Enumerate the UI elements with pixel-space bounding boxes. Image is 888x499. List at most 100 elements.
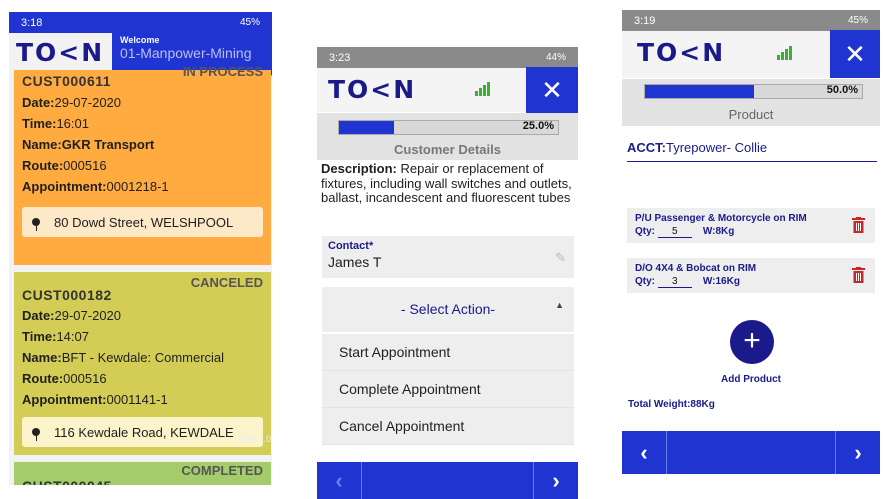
address-box[interactable]: 116 Kewdale Road, KEWDALE bbox=[22, 417, 263, 447]
address-text: 116 Kewdale Road, KEWDALE bbox=[54, 424, 234, 440]
plus-icon: + bbox=[743, 324, 761, 357]
welcome-label: Welcome bbox=[120, 35, 160, 45]
product-title: D/O 4X4 & Bobcat on RIM bbox=[635, 263, 757, 274]
status-bar: 3:19 45% bbox=[622, 10, 880, 31]
map-pin-icon bbox=[32, 428, 40, 441]
appointment-value: 0001141-1 bbox=[106, 392, 168, 407]
battery-level: 45% bbox=[847, 15, 868, 26]
name-label: Name: bbox=[22, 350, 62, 365]
status-bar: 3:23 44% bbox=[317, 47, 578, 68]
section-title: Customer Details bbox=[394, 142, 501, 157]
progress-fill bbox=[645, 85, 754, 98]
add-product-button[interactable]: + bbox=[730, 320, 774, 364]
progress-section: 25.0% Customer Details bbox=[317, 113, 578, 160]
app-logo: TO<N bbox=[328, 75, 417, 104]
address-text: 80 Dowd Street, WELSHPOOL bbox=[54, 214, 234, 230]
route-value: 000516 bbox=[63, 371, 107, 386]
name-label: Name: bbox=[22, 137, 62, 152]
next-button[interactable]: › bbox=[534, 468, 578, 494]
name-value: BFT - Kewdale: Commercial bbox=[61, 350, 225, 365]
qty-value[interactable]: 5 bbox=[657, 226, 692, 238]
date-value: 29-07-2020 bbox=[54, 95, 122, 110]
signal-strength-icon bbox=[475, 82, 490, 96]
trash-icon[interactable] bbox=[852, 217, 865, 233]
weight-value: W:8Kg bbox=[702, 226, 735, 237]
version-label: VER 1.0 bbox=[237, 434, 271, 444]
progress-bar: 25.0% bbox=[338, 120, 559, 135]
route-value: 000516 bbox=[63, 158, 107, 173]
battery-level: 44% bbox=[545, 52, 566, 63]
menu-item-complete-appointment[interactable]: Complete Appointment bbox=[322, 371, 574, 408]
status-badge: IN PROCESS bbox=[182, 64, 263, 79]
appointment-card-in-process[interactable]: IN PROCESS CUST000611 Date:29-07-2020 Ti… bbox=[14, 64, 271, 265]
menu-item-cancel-appointment[interactable]: Cancel Appointment bbox=[322, 408, 574, 445]
status-time: 3:18 bbox=[21, 16, 43, 29]
appointment-card-canceled[interactable]: CANCELED CUST000182 Date:29-07-2020 Time… bbox=[14, 265, 271, 455]
account-field: ACCT:Tyrepower- Collie bbox=[627, 140, 877, 162]
close-button[interactable]: ✕ bbox=[830, 30, 880, 78]
back-button[interactable]: ‹ bbox=[622, 440, 666, 466]
menu-item-start-appointment[interactable]: Start Appointment bbox=[322, 334, 574, 371]
status-badge: COMPLETED bbox=[181, 463, 263, 478]
battery-level: 45% bbox=[239, 17, 260, 28]
close-button[interactable]: ✕ bbox=[526, 67, 578, 113]
time-value: 14:07 bbox=[56, 329, 89, 344]
status-time: 3:23 bbox=[329, 51, 351, 64]
description-block: Description: Repair or replacement of fi… bbox=[321, 161, 573, 206]
description-label: Description: bbox=[321, 161, 397, 176]
weight-value: W:16Kg bbox=[702, 276, 740, 287]
customer-details-screen: 3:23 44% TO<N ✕ 25.0% Customer Details D… bbox=[317, 47, 578, 499]
close-icon: ✕ bbox=[541, 74, 563, 105]
signal-strength-icon bbox=[777, 46, 792, 60]
back-button[interactable]: ‹ bbox=[317, 468, 361, 494]
qty-label: Qty: bbox=[635, 276, 655, 287]
appointment-label: Appointment: bbox=[22, 179, 107, 194]
total-weight: Total Weight:88Kg bbox=[628, 399, 715, 410]
progress-fill bbox=[339, 121, 394, 134]
date-label: Date: bbox=[22, 95, 55, 110]
appointments-screen: 3:18 45% TO<N Welcome 01-Manpower-Mining… bbox=[9, 12, 272, 485]
section-title: Product bbox=[728, 107, 774, 122]
action-select[interactable]: - Select Action- ▲ bbox=[322, 287, 574, 332]
account-label: ACCT: bbox=[627, 140, 666, 155]
product-screen: 3:19 45% TO<N ✕ 50.0% Product ACCT:Tyrep… bbox=[622, 10, 880, 484]
app-logo: TO<N bbox=[637, 38, 726, 67]
app-logo: TO<N bbox=[16, 38, 105, 67]
product-item[interactable]: P/U Passenger & Motorcycle on RIM Qty: 5… bbox=[627, 208, 875, 243]
bottom-nav: ‹ › bbox=[622, 431, 880, 474]
qty-value[interactable]: 3 bbox=[657, 276, 692, 288]
date-label: Date: bbox=[22, 308, 55, 323]
trash-icon[interactable] bbox=[852, 267, 865, 283]
appointment-label: Appointment: bbox=[22, 392, 107, 407]
close-icon: ✕ bbox=[844, 38, 866, 69]
progress-percent: 50.0% bbox=[826, 84, 858, 96]
account-value: Tyrepower- Collie bbox=[666, 140, 768, 155]
contact-value: James T bbox=[328, 254, 382, 270]
chevron-up-icon: ▲ bbox=[555, 300, 564, 310]
time-label: Time: bbox=[22, 329, 57, 344]
add-product-label[interactable]: Add Product bbox=[622, 374, 880, 385]
map-pin-icon bbox=[32, 218, 40, 231]
route-label: Route: bbox=[22, 371, 64, 386]
pencil-icon[interactable]: ✎ bbox=[555, 250, 566, 266]
action-menu: Start Appointment Complete Appointment C… bbox=[322, 334, 574, 445]
status-badge: CANCELED bbox=[190, 275, 263, 290]
action-select-label: - Select Action- bbox=[400, 301, 496, 317]
progress-percent: 25.0% bbox=[522, 120, 554, 132]
status-time: 3:19 bbox=[634, 14, 656, 27]
appointment-value: 0001218-1 bbox=[106, 179, 169, 194]
next-button[interactable]: › bbox=[836, 440, 880, 466]
welcome-value: 01-Manpower-Mining bbox=[120, 45, 252, 61]
date-value: 29-07-2020 bbox=[54, 308, 122, 323]
time-label: Time: bbox=[22, 116, 57, 131]
contact-field[interactable]: Contact* James T ✎ bbox=[322, 236, 574, 278]
address-box[interactable]: 80 Dowd Street, WELSHPOOL bbox=[22, 207, 263, 237]
route-label: Route: bbox=[22, 158, 64, 173]
appointment-card-completed[interactable]: COMPLETED CUST000045 bbox=[14, 455, 271, 485]
contact-label: Contact* bbox=[328, 240, 374, 252]
time-value: 16:01 bbox=[56, 116, 89, 131]
product-title: P/U Passenger & Motorcycle on RIM bbox=[635, 213, 807, 224]
product-item[interactable]: D/O 4X4 & Bobcat on RIM Qty: 3 W:16Kg bbox=[627, 258, 875, 293]
progress-bar: 50.0% bbox=[644, 84, 863, 99]
bottom-nav: ‹ › bbox=[317, 462, 578, 499]
